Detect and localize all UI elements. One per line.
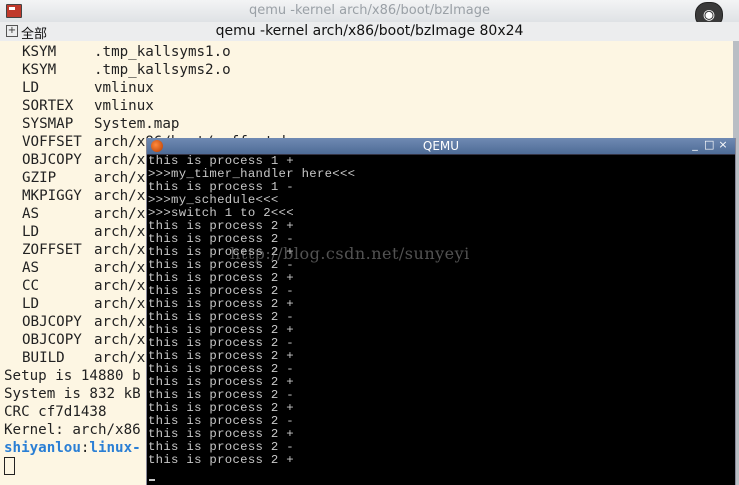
qemu-cursor [149,479,155,481]
build-line: SORTEX vmlinux [4,97,290,115]
build-target: arch/x [94,332,146,348]
terminal-title: qemu -kernel arch/x86/boot/bzImage 80x24 [215,23,524,39]
build-target: arch/x [94,314,146,330]
prompt-host: linux- [89,440,141,456]
build-target: vmlinux [94,80,154,96]
build-tag: AS [22,260,40,276]
qemu-window[interactable]: QEMU _ □ × this is process 1 + >>>my_time… [146,138,736,485]
qemu-titlebar[interactable]: QEMU _ □ × [147,138,735,155]
build-target: arch/x [94,206,146,222]
build-tag: AS [22,206,40,222]
build-tag: OBJCOPY [22,314,82,330]
build-target: arch/x [94,350,146,366]
build-target: vmlinux [94,98,154,114]
build-tag: LD [22,224,40,240]
build-target: arch/x [94,260,146,276]
build-target: arch/x [94,170,146,186]
build-tag: SORTEX [22,98,74,114]
outer-window-title: qemu -kernel arch/x86/boot/bzImage [249,3,490,18]
build-line: SYSMAP System.map [4,115,290,133]
terminal-tabbar: + 全部 qemu -kernel arch/x86/boot/bzImage … [0,22,739,42]
build-tag: KSYM [22,62,57,78]
build-target: arch/x [94,296,146,312]
outer-window-titlebar[interactable]: qemu -kernel arch/x86/boot/bzImage ◉ [0,0,739,28]
build-line: KSYM .tmp_kallsyms2.o [4,61,290,79]
build-target: .tmp_kallsyms1.o [94,44,231,60]
build-tag: CC [22,278,40,294]
qemu-screen[interactable]: this is process 1 + >>>my_timer_handler h… [147,155,735,485]
build-tag: VOFFSET [22,134,82,150]
build-tag: GZIP [22,170,57,186]
watermark-text: http://blog.csdn.net/sunyeyi [230,244,470,263]
build-target: System.map [94,116,180,132]
qemu-title: QEMU [422,139,460,153]
build-tag: OBJCOPY [22,152,82,168]
build-target: arch/x [94,152,146,168]
prompt-user: shiyanlou [4,440,81,456]
build-line: LD vmlinux [4,79,290,97]
close-button[interactable]: × [718,139,728,151]
build-tag: KSYM [22,44,57,60]
maximize-button[interactable]: □ [704,139,714,151]
build-target: arch/x [94,188,146,204]
build-tag: ZOFFSET [22,242,82,258]
build-target: arch/x [94,278,146,294]
build-target: .tmp_kallsyms2.o [94,62,231,78]
terminal-cursor [4,457,15,475]
build-tag: LD [22,296,40,312]
build-tag: OBJCOPY [22,332,82,348]
qemu-output: this is process 1 + >>>my_timer_handler h… [148,155,355,467]
build-line: KSYM .tmp_kallsyms1.o [4,43,290,61]
build-target: arch/x [94,242,146,258]
build-tag: BUILD [22,350,65,366]
build-tag: MKPIGGY [22,188,82,204]
build-tag: LD [22,80,40,96]
minimize-button[interactable]: _ [690,139,700,151]
build-target: arch/x [94,224,146,240]
build-tag: SYSMAP [22,116,74,132]
qemu-output-line: this is process 2 + [148,453,294,467]
